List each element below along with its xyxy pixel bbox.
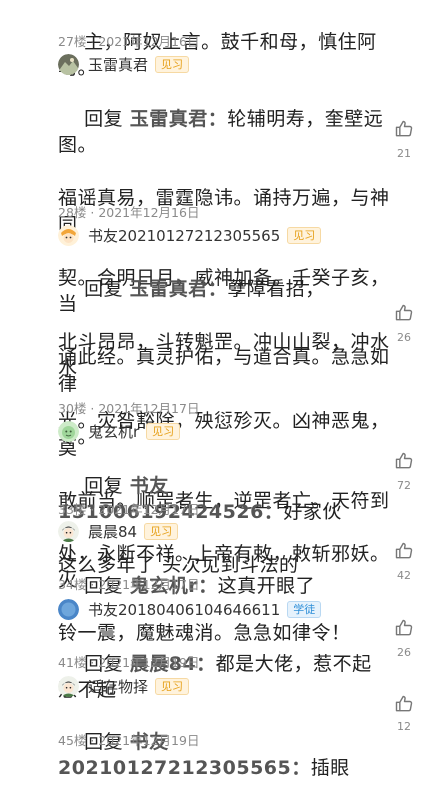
comment-line: 好家伙 bbox=[283, 501, 342, 523]
like-button[interactable]: 26 bbox=[386, 618, 422, 659]
like-button[interactable]: 26 bbox=[386, 303, 422, 344]
like-count: 72 bbox=[397, 479, 411, 492]
level-badge: 见习 bbox=[287, 226, 322, 244]
level-badge: 学徒 bbox=[287, 600, 322, 618]
like-count: 12 bbox=[397, 720, 411, 733]
thumbs-up-icon bbox=[395, 120, 413, 137]
reply-prefix: 回复 bbox=[84, 277, 130, 300]
like-count: 21 bbox=[397, 147, 411, 160]
comment-line: 北斗昂昂，斗转魁罡。冲山山裂，冲水水 bbox=[58, 330, 390, 380]
like-button[interactable]: 21 bbox=[386, 119, 422, 160]
comment-line: 孽障看招， bbox=[227, 277, 325, 300]
like-button[interactable]: 42 bbox=[386, 541, 422, 582]
comment-user-row[interactable]: 适存物择 见习 bbox=[58, 674, 190, 698]
comment-meta: 33楼 · 2021年12月17日 bbox=[58, 502, 200, 517]
comment-line: 这真开眼了 bbox=[217, 574, 316, 597]
like-count: 26 bbox=[397, 646, 411, 659]
username[interactable]: 书友20210127212305565 bbox=[88, 225, 280, 246]
reply-prefix: 回复 bbox=[84, 107, 130, 130]
mention-link[interactable]: 玉雷真君： bbox=[130, 278, 228, 300]
comment-user-row[interactable]: 晨晨84 见习 bbox=[58, 519, 179, 543]
comment-user-row[interactable]: 书友20210127212305565 见习 bbox=[58, 223, 322, 247]
avatar[interactable] bbox=[58, 598, 79, 620]
level-badge: 见习 bbox=[144, 522, 179, 540]
thumbs-up-icon bbox=[395, 542, 413, 559]
comment-meta: 27楼 · 2021年12月16日 bbox=[58, 34, 200, 49]
username[interactable]: 书友20180406104646611 bbox=[88, 599, 280, 620]
comment-user-row[interactable]: 鬼玄机r 见习 bbox=[58, 419, 181, 443]
comment-user-row[interactable]: 书友20180406104646611 学徒 bbox=[58, 597, 322, 621]
avatar[interactable] bbox=[58, 53, 79, 75]
thumbs-up-icon bbox=[395, 304, 413, 321]
comment-meta: 30楼 · 2021年12月17日 bbox=[58, 401, 200, 416]
avatar[interactable] bbox=[58, 675, 79, 697]
comment-meta: 45楼 · 2021年12月19日 bbox=[58, 733, 200, 748]
comment-meta: 34楼 · 2021年12月17日 bbox=[58, 577, 200, 592]
comment-text: 回复 书友20210127212305565：插眼 bbox=[58, 702, 390, 808]
like-button[interactable]: 72 bbox=[386, 451, 422, 492]
avatar[interactable] bbox=[58, 224, 79, 246]
username[interactable]: 鬼玄机r bbox=[88, 421, 139, 442]
thumbs-up-icon bbox=[395, 695, 413, 712]
thumbs-up-icon bbox=[395, 452, 413, 469]
level-badge: 见习 bbox=[146, 422, 181, 440]
comment-meta: 28楼 · 2021年12月16日 bbox=[58, 205, 200, 220]
avatar[interactable] bbox=[58, 420, 79, 442]
level-badge: 见习 bbox=[155, 55, 190, 73]
username[interactable]: 晨晨84 bbox=[88, 521, 137, 542]
comment-meta: 41楼 · 2021年12月19日 bbox=[58, 655, 200, 670]
comment-line: 插眼 bbox=[310, 757, 350, 779]
like-button[interactable]: 12 bbox=[386, 694, 422, 733]
mention-link[interactable]: 玉雷真君： bbox=[130, 108, 228, 130]
like-count: 42 bbox=[397, 569, 411, 582]
avatar[interactable] bbox=[58, 520, 79, 542]
reply-prefix: 回复 bbox=[84, 474, 130, 497]
thumbs-up-icon bbox=[395, 619, 413, 636]
comment-user-row[interactable]: 玉雷真君 见习 bbox=[58, 52, 190, 76]
comment-feed: 主，阿奴上言。鼓千和母，慎住阿乌。 27楼 · 2021年12月16日 玉雷真君… bbox=[0, 0, 429, 779]
level-badge: 见习 bbox=[155, 677, 190, 695]
username[interactable]: 适存物择 bbox=[88, 676, 148, 697]
username[interactable]: 玉雷真君 bbox=[88, 54, 148, 75]
like-count: 26 bbox=[397, 331, 411, 344]
